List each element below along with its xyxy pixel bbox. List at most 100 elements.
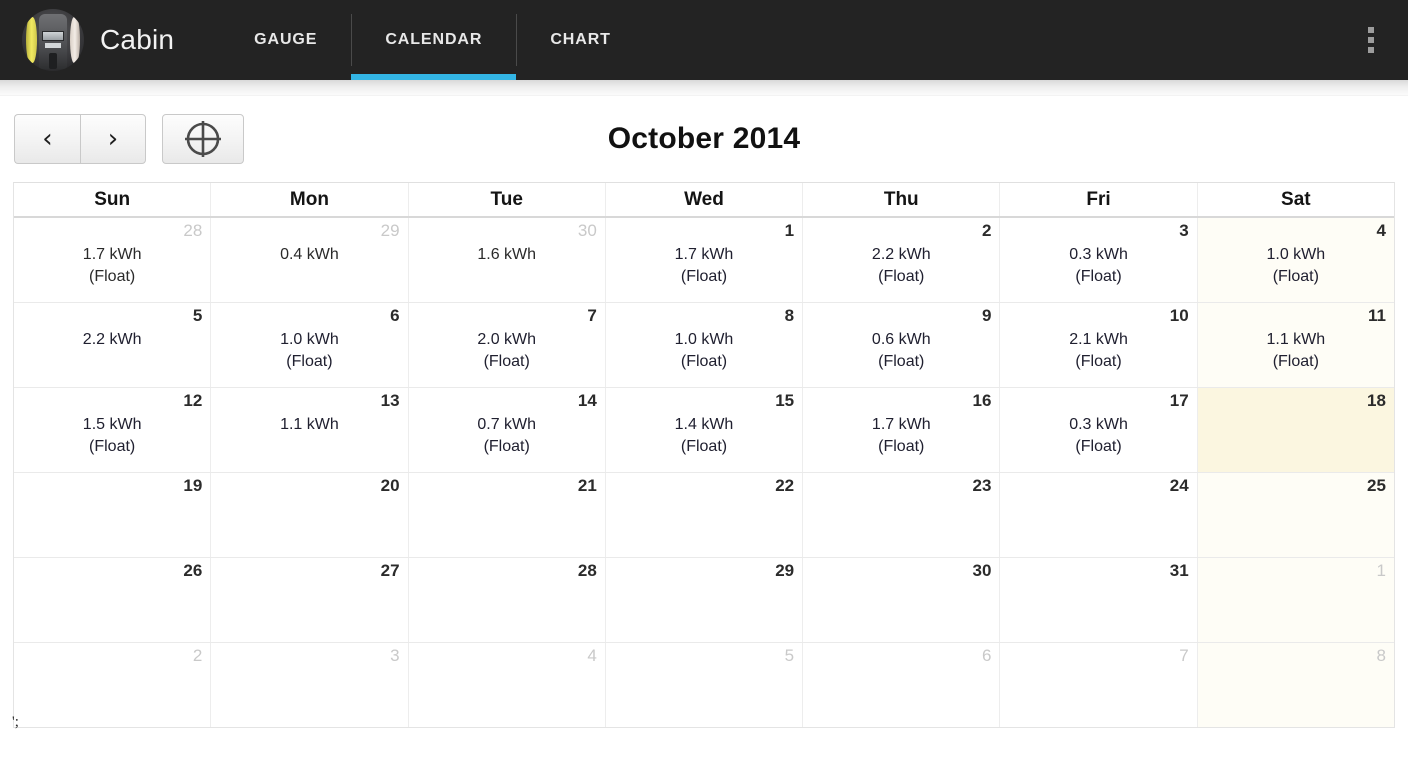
calendar-day-cell[interactable]: 6 1.0 kWh (Float) <box>211 303 409 387</box>
calendar-day-cell[interactable]: 11 1.1 kWh (Float) <box>1197 303 1394 387</box>
charge-state-label: (Float) <box>89 437 136 455</box>
charge-state-label: (Float) <box>878 267 925 285</box>
calendar-day-number: 2 <box>981 221 992 240</box>
calendar-day-content: 2.2 kWh (Float) <box>803 244 999 287</box>
calendar-day-number: 16 <box>972 391 992 410</box>
next-month-button[interactable]: › <box>80 114 146 164</box>
energy-value: 1.0 kWh <box>674 331 734 348</box>
calendar-day-cell[interactable]: 4 1.0 kWh (Float) <box>1197 218 1394 302</box>
calendar-day-cell[interactable]: 5 2.2 kWh <box>14 303 212 387</box>
calendar-day-content: 0.3 kWh (Float) <box>1000 414 1196 457</box>
calendar-day-cell[interactable]: 30 1.6 kWh <box>408 218 606 302</box>
tab-gauge[interactable]: GAUGE <box>220 0 351 80</box>
calendar-day-number: 28 <box>577 561 597 580</box>
calendar-day-cell[interactable]: 6 <box>803 643 1001 727</box>
tab-calendar[interactable]: CALENDAR <box>351 0 517 80</box>
charge-state-label: (Float) <box>1075 267 1122 285</box>
calendar-day-cell[interactable]: 2 <box>14 643 212 727</box>
energy-value: 1.6 kWh <box>477 246 537 263</box>
calendar-day-cell[interactable]: 3 0.3 kWh (Float) <box>1000 218 1198 302</box>
calendar-day-cell[interactable]: 1 1.7 kWh (Float) <box>605 218 804 302</box>
calendar-day-cell[interactable]: 22 <box>605 473 804 557</box>
calendar-day-content: 1.0 kWh (Float) <box>1198 244 1394 287</box>
calendar-week-row: 5 2.2 kWh 6 1.0 kWh (Float) 7 2.0 kWh (Float) 8 1… <box>14 303 1394 388</box>
energy-value: 0.3 kWh <box>1069 246 1128 263</box>
calendar-day-number: 26 <box>183 561 203 580</box>
calendar-day-cell[interactable]: 26 <box>14 558 212 642</box>
calendar-day-number: 5 <box>192 306 203 325</box>
today-button[interactable] <box>162 114 244 164</box>
calendar-day-cell[interactable]: 28 1.7 kWh (Float) <box>14 218 212 302</box>
energy-value: 1.7 kWh <box>871 416 931 433</box>
weekday-header-sat: Sat <box>1281 188 1311 210</box>
calendar-day-cell[interactable]: 31 <box>1000 558 1198 642</box>
calendar-day-number: 29 <box>380 221 400 240</box>
calendar-day-number: 14 <box>577 391 597 410</box>
tab-chart[interactable]: CHART <box>516 0 645 80</box>
previous-month-button[interactable]: ‹ <box>14 114 80 164</box>
calendar-day-number: 9 <box>981 306 992 325</box>
calendar-day-number: 8 <box>784 306 795 325</box>
calendar-day-number: 6 <box>390 306 400 325</box>
calendar-day-number: 30 <box>972 561 992 580</box>
calendar-day-cell[interactable]: 10 2.1 kWh (Float) <box>1000 303 1198 387</box>
energy-value: 1.7 kWh <box>82 246 142 263</box>
calendar-day-cell[interactable]: 14 0.7 kWh (Float) <box>408 388 606 472</box>
page-footer-fill <box>0 749 1408 765</box>
energy-value: 1.5 kWh <box>82 416 142 433</box>
calendar-day-content: 2.1 kWh (Float) <box>1000 329 1196 372</box>
calendar-day-cell[interactable]: 7 <box>1000 643 1198 727</box>
calendar-day-number: 11 <box>1367 306 1386 325</box>
calendar-day-cell[interactable]: 17 0.3 kWh (Float) <box>1000 388 1198 472</box>
calendar-day-cell[interactable]: 27 <box>211 558 409 642</box>
calendar-day-number: 4 <box>1376 221 1386 240</box>
energy-value: 2.0 kWh <box>477 331 537 348</box>
calendar-day-content: 0.6 kWh (Float) <box>803 329 999 372</box>
calendar-day-content: 1.1 kWh <box>211 414 407 436</box>
calendar-day-cell[interactable]: 9 0.6 kWh (Float) <box>803 303 1001 387</box>
energy-value: 1.1 kWh <box>1266 331 1326 348</box>
calendar-day-cell[interactable]: 21 <box>408 473 606 557</box>
calendar-week-row: 12 1.5 kWh (Float) 13 1.1 kWh 14 0.7 kWh (Float… <box>14 388 1394 473</box>
calendar-day-cell[interactable]: 8 1.0 kWh (Float) <box>605 303 804 387</box>
calendar-day-cell[interactable]: 29 0.4 kWh <box>211 218 409 302</box>
weekday-header-row: Sun Mon Tue Wed Thu Fri Sat <box>14 183 1394 218</box>
energy-value: 0.3 kWh <box>1069 416 1128 433</box>
calendar-week-row: 26 27 28 29 30 31 1 <box>14 558 1394 643</box>
calendar-day-cell[interactable]: 28 <box>408 558 606 642</box>
calendar-day-number: 27 <box>380 561 400 580</box>
calendar-day-number: 22 <box>775 476 795 495</box>
calendar-day-content: 2.2 kWh <box>14 329 210 351</box>
calendar-day-cell[interactable]: 16 1.7 kWh (Float) <box>803 388 1001 472</box>
calendar-day-cell[interactable]: 12 1.5 kWh (Float) <box>14 388 212 472</box>
calendar-day-number: 29 <box>775 561 795 580</box>
calendar-day-cell[interactable]: 13 1.1 kWh <box>211 388 409 472</box>
calendar-day-cell[interactable]: 4 <box>408 643 606 727</box>
calendar-day-cell[interactable]: 25 <box>1197 473 1394 557</box>
calendar-day-cell[interactable]: 7 2.0 kWh (Float) <box>408 303 606 387</box>
calendar-day-content: 1.7 kWh (Float) <box>14 244 210 287</box>
calendar-day-number: 7 <box>1179 646 1189 665</box>
calendar-day-cell[interactable]: 18 <box>1197 388 1394 472</box>
calendar-day-cell[interactable]: 15 1.4 kWh (Float) <box>605 388 804 472</box>
energy-value: 1.1 kWh <box>280 416 339 433</box>
calendar-day-cell[interactable]: 5 <box>605 643 804 727</box>
energy-value: 1.0 kWh <box>1266 246 1326 263</box>
calendar-day-cell[interactable]: 23 <box>803 473 1001 557</box>
calendar-day-cell[interactable]: 1 <box>1197 558 1394 642</box>
app-brand[interactable]: Cabin <box>0 0 180 80</box>
calendar-day-cell[interactable]: 24 <box>1000 473 1198 557</box>
calendar-day-cell[interactable]: 19 <box>14 473 212 557</box>
calendar-day-cell[interactable]: 20 <box>211 473 409 557</box>
calendar-day-cell[interactable]: 2 2.2 kWh (Float) <box>803 218 1001 302</box>
calendar-day-cell[interactable]: 29 <box>605 558 804 642</box>
calendar-day-number: 30 <box>577 221 597 240</box>
charge-state-label: (Float) <box>1075 352 1122 370</box>
calendar-day-cell[interactable]: 8 <box>1197 643 1394 727</box>
calendar-day-cell[interactable]: 3 <box>211 643 409 727</box>
overflow-menu-icon[interactable] <box>1368 27 1374 53</box>
tab-bar: GAUGE CALENDAR CHART <box>220 0 645 80</box>
charge-state-label: (Float) <box>89 267 136 285</box>
calendar-day-number: 3 <box>390 646 400 665</box>
calendar-day-cell[interactable]: 30 <box>803 558 1001 642</box>
